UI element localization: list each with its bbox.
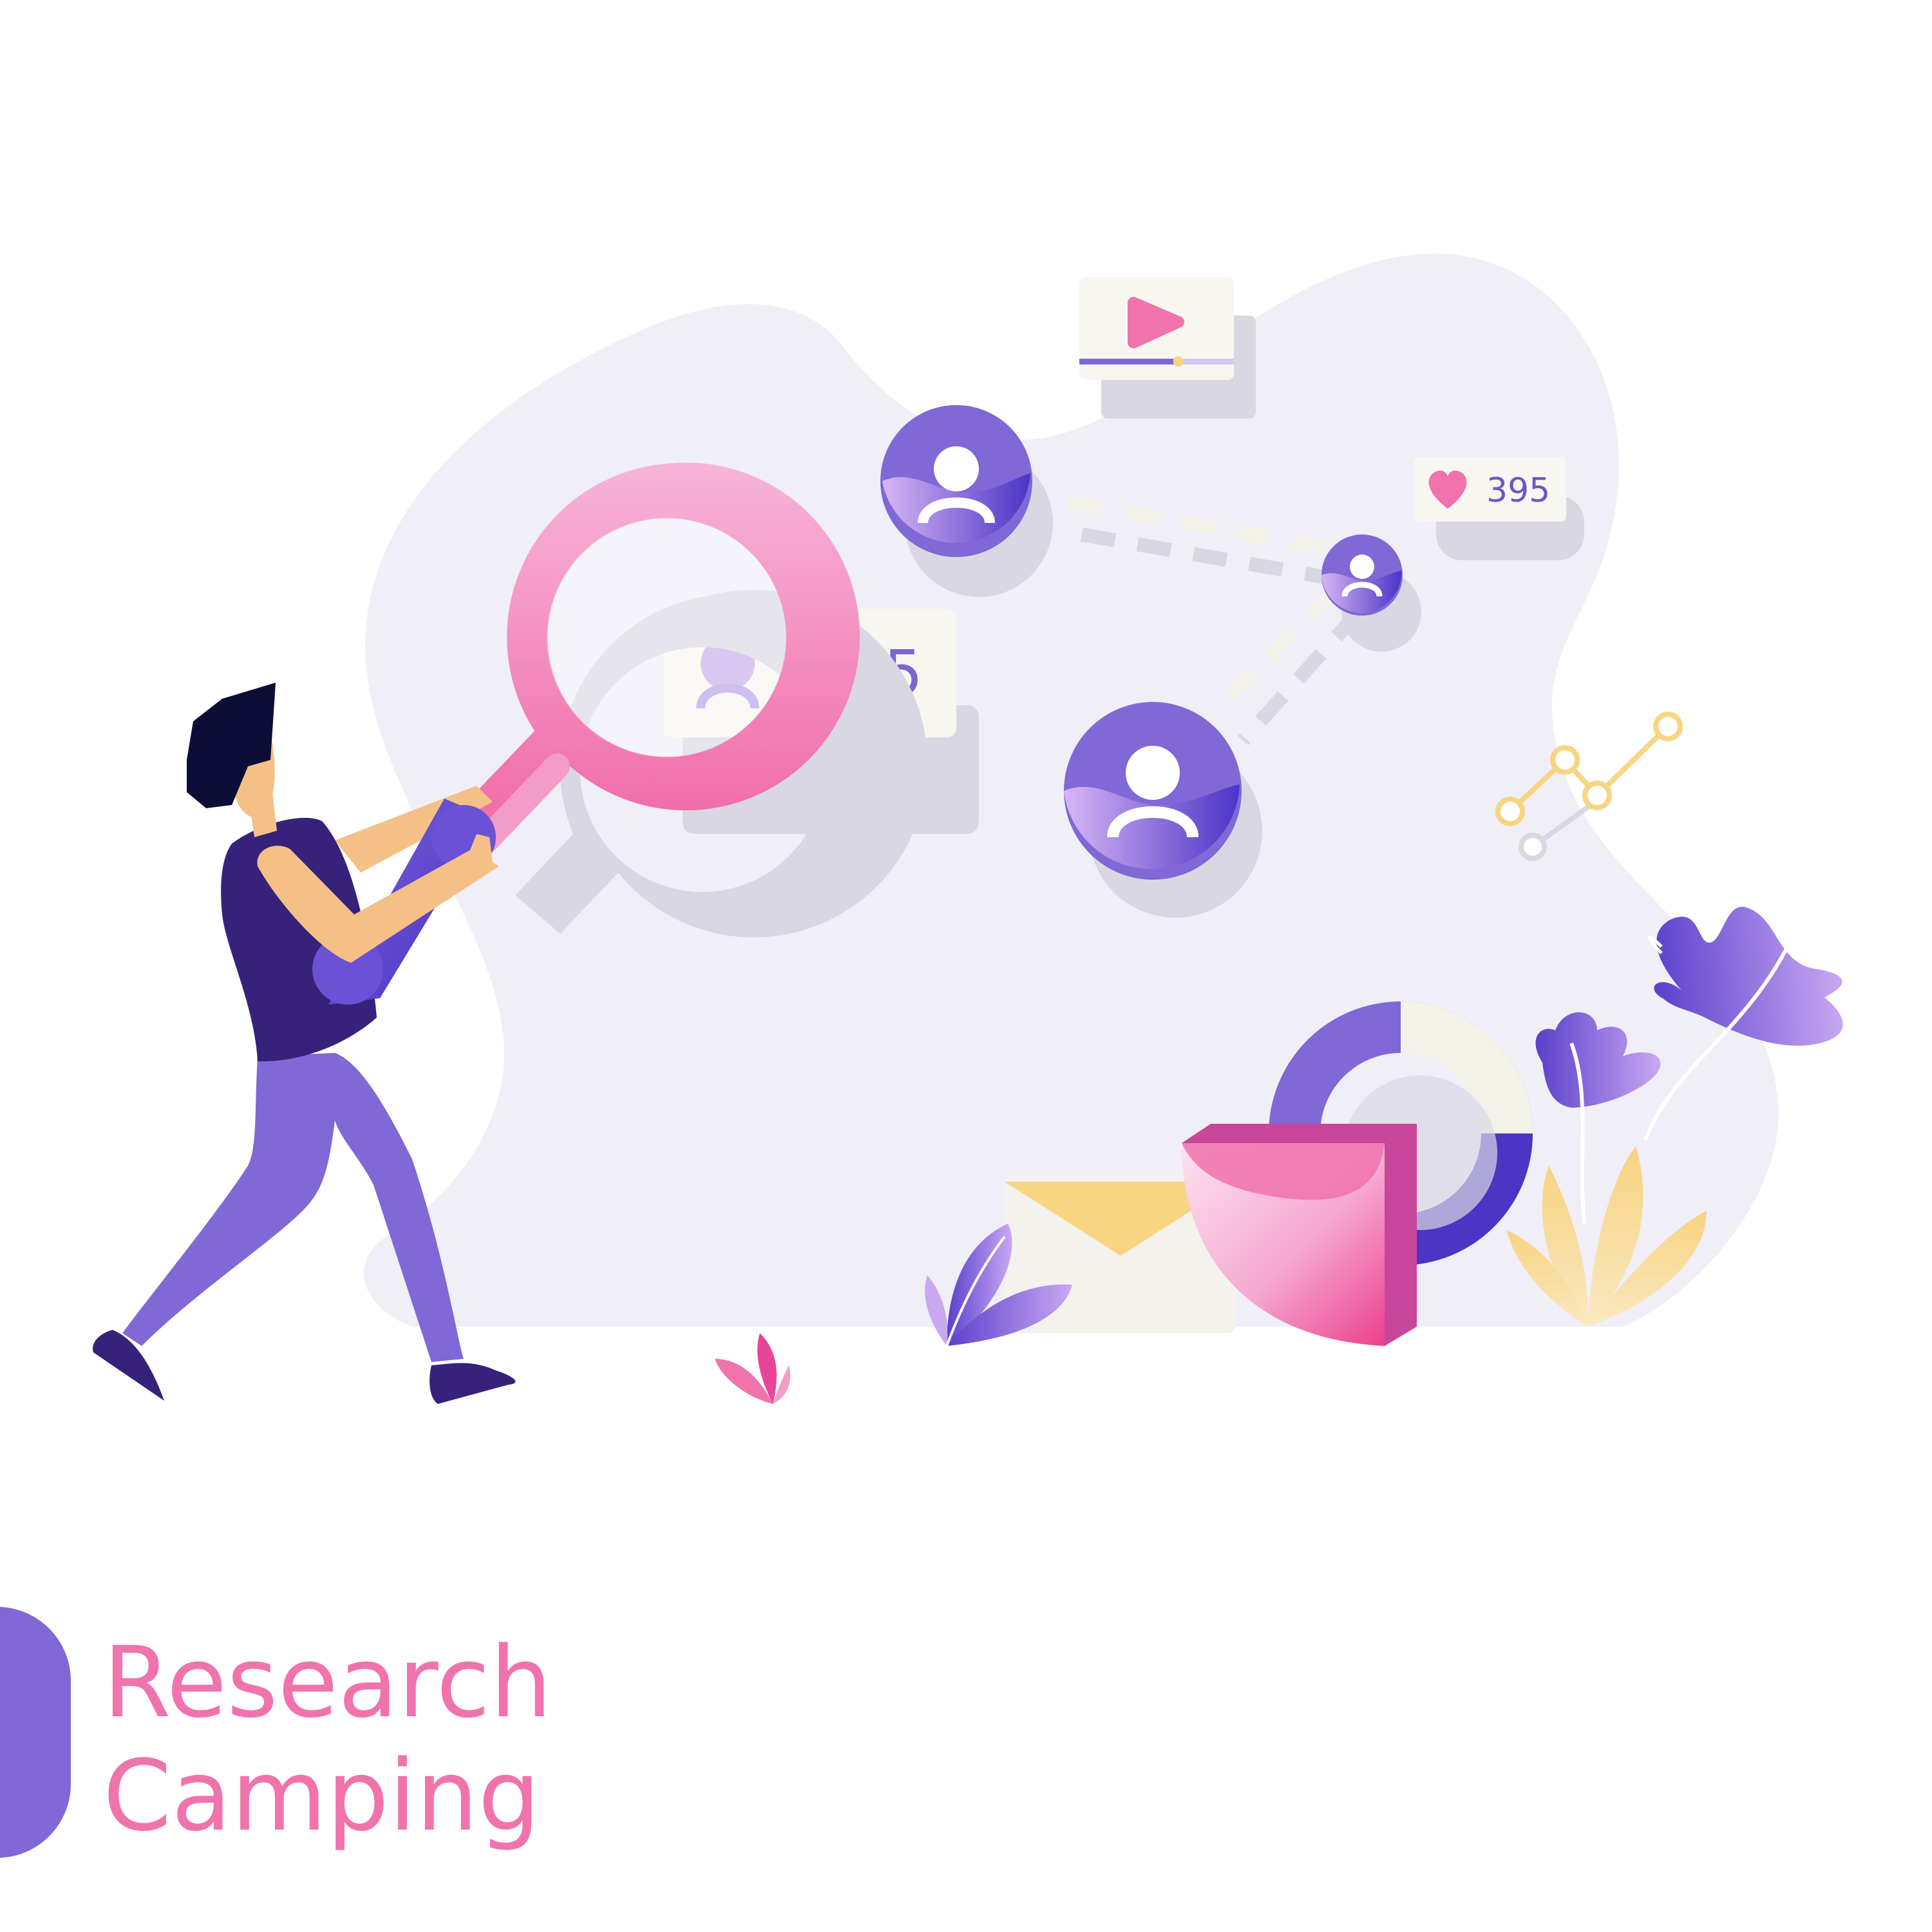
title-accent-bar [0,1607,71,1858]
person-shoe-left [93,1330,164,1401]
title-block: Research Camping [0,1607,773,1864]
person-shoe-right [430,1363,516,1404]
video-progress-bar [1079,359,1179,365]
video-card [1079,277,1256,419]
likes-card: 395 [1414,457,1584,560]
page-title-line-2: Camping [103,1739,540,1853]
video-progress-knob [1173,356,1184,366]
page-title-line-1: Research [103,1625,553,1739]
likes-count: 395 [1486,471,1550,510]
plant-small-pink [715,1333,791,1404]
